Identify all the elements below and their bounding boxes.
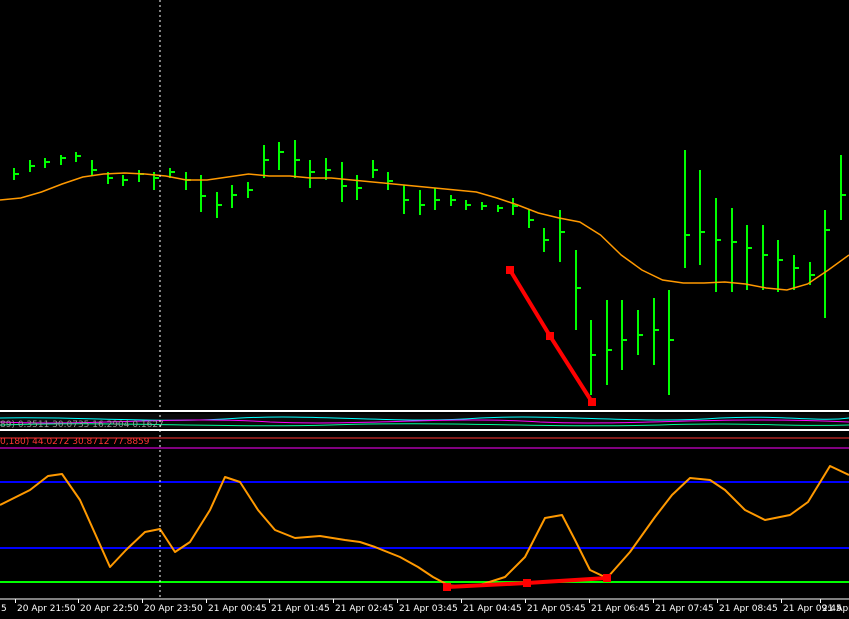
- divergence-marker[interactable]: [506, 266, 514, 274]
- time-tick-label: 21 Apr 04:45: [463, 604, 522, 614]
- divergence-marker[interactable]: [443, 583, 451, 591]
- chart-background: [0, 0, 849, 615]
- time-tick-label: 21 Apr 02:45: [335, 604, 394, 614]
- top-indicator-label: 89) 0.3511 30.0735 16.2904 0.1627: [0, 420, 164, 430]
- time-tick-label: 21 Apr: [822, 604, 849, 614]
- divergence-marker[interactable]: [546, 332, 554, 340]
- divergence-marker[interactable]: [588, 398, 596, 406]
- separator-line: [0, 410, 849, 412]
- divergence-marker[interactable]: [603, 574, 611, 582]
- time-tick-label: 21 Apr 00:45: [208, 604, 267, 614]
- separator-line-2: [0, 429, 849, 431]
- divergence-marker[interactable]: [523, 579, 531, 587]
- time-tick-label: 21 Apr 07:45: [655, 604, 714, 614]
- time-tick-label: 21 Apr 03:45: [399, 604, 458, 614]
- time-tick-label: 21 Apr 05:45: [527, 604, 586, 614]
- time-axis: 5 20 Apr 21:50 20 Apr 22:50 20 Apr 23:50 21 …: [0, 598, 849, 615]
- chart-canvas[interactable]: 89) 0.3511 30.0735 16.2904 0.1627 0,180)…: [0, 0, 849, 615]
- time-tick-label: 20 Apr 23:50: [144, 604, 203, 614]
- bottom-indicator-label: 0,180) 44.0272 30.8712 77.8859: [0, 437, 150, 447]
- time-tick-label: 21 Apr 06:45: [591, 604, 650, 614]
- time-tick-label: 20 Apr 21:50: [17, 604, 76, 614]
- trading-chart[interactable]: 89) 0.3511 30.0735 16.2904 0.1627 0,180)…: [0, 0, 849, 615]
- time-tick-label: 21 Apr 01:45: [271, 604, 330, 614]
- time-tick-label: 21 Apr 08:45: [719, 604, 778, 614]
- time-tick-label: 20 Apr 22:50: [80, 604, 139, 614]
- time-tick-label: 5: [1, 604, 7, 614]
